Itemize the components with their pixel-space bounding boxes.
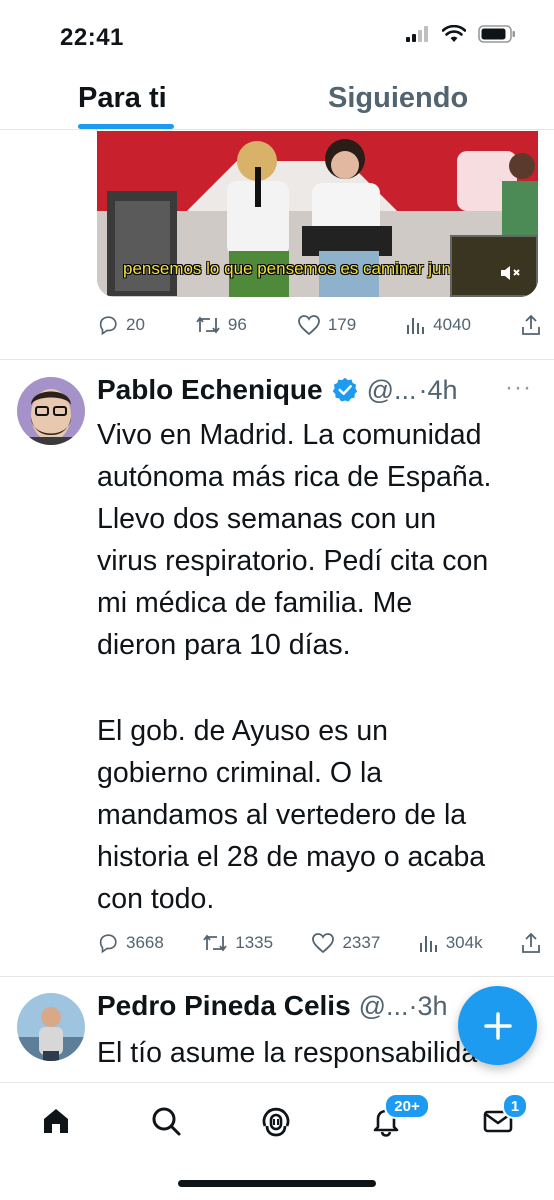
like-icon: [312, 933, 335, 954]
tweet-divider: [0, 359, 554, 360]
home-indicator: [178, 1180, 376, 1187]
more-options-icon[interactable]: ···: [505, 374, 532, 402]
retweet-count: 96: [227, 315, 247, 334]
video-tweet-actions: 20 96 179 4040: [97, 314, 541, 336]
share-button[interactable]: [521, 314, 541, 336]
tweet-header: Pablo Echenique @... ·4h: [97, 374, 458, 406]
views-count: 304k: [445, 933, 483, 952]
reply-count: 3668: [126, 933, 164, 952]
compose-icon: [483, 1011, 512, 1040]
views-icon: [419, 936, 437, 952]
status-time: 22:41: [60, 24, 124, 51]
share-button[interactable]: [521, 932, 541, 954]
status-icons: [406, 25, 516, 43]
reply-button[interactable]: 3668: [97, 932, 164, 954]
nav-spaces[interactable]: [258, 1103, 294, 1139]
author-handle[interactable]: @...: [367, 375, 417, 406]
like-count: 179: [327, 315, 357, 334]
wifi-icon: [442, 25, 466, 42]
share-icon: [522, 314, 540, 335]
video-pip-thumbnail: [450, 235, 538, 297]
video-subtitle: pensemos lo que pensemos es caminar junt…: [123, 259, 474, 278]
tab-para-ti[interactable]: Para ti: [78, 82, 167, 115]
home-icon: [44, 1109, 68, 1133]
spaces-icon: [262, 1107, 290, 1137]
nav-home[interactable]: [38, 1103, 74, 1139]
signal-icon: [406, 26, 428, 42]
compose-button[interactable]: [458, 986, 537, 1065]
messages-badge: 1: [502, 1093, 528, 1119]
timeline-tabs: Para ti Siguiendo: [0, 70, 554, 130]
like-button[interactable]: 2337: [311, 932, 380, 954]
author-handle[interactable]: @...·3h: [359, 991, 448, 1022]
battery-icon: [478, 25, 515, 43]
like-count: 2337: [342, 933, 381, 952]
mute-icon[interactable]: [498, 261, 522, 285]
notifications-badge: 20+: [384, 1093, 430, 1119]
active-tab-indicator: [78, 124, 174, 129]
avatar[interactable]: [17, 377, 85, 445]
reply-button[interactable]: 20: [97, 314, 145, 336]
avatar-image: [17, 377, 85, 445]
reply-icon: [99, 316, 117, 336]
retweet-button[interactable]: 96: [195, 314, 247, 336]
verified-icon: [332, 377, 357, 402]
search-icon: [152, 1107, 181, 1136]
like-button[interactable]: 179: [297, 314, 356, 336]
tweet-divider: [0, 976, 554, 977]
tweet-text-paragraph: El gob. de Ayuso es un gobierno criminal…: [97, 715, 486, 915]
views-button[interactable]: 304k: [419, 933, 483, 953]
retweet-count: 1335: [235, 933, 274, 952]
reply-icon: [99, 934, 117, 954]
share-icon: [522, 932, 540, 953]
tweet-actions: 3668 1335 2337 304k: [97, 932, 541, 954]
tweet-video[interactable]: pensemos lo que pensemos es caminar junt…: [97, 131, 538, 297]
retweet-button[interactable]: 1335: [202, 932, 273, 954]
views-count: 4040: [433, 315, 471, 334]
author-name[interactable]: Pedro Pineda Celis: [97, 990, 351, 1022]
avatar[interactable]: [17, 993, 85, 1061]
tweet-text: Vivo en Madrid. La comunidad autónoma má…: [97, 419, 492, 661]
nav-search[interactable]: [148, 1103, 184, 1139]
views-button[interactable]: 4040: [406, 315, 471, 335]
views-icon: [407, 318, 425, 334]
like-icon: [297, 315, 320, 336]
retweet-icon: [203, 934, 227, 952]
avatar-image: [17, 993, 85, 1061]
author-name[interactable]: Pablo Echenique: [97, 374, 323, 406]
tweet-header: Pedro Pineda Celis @...·3h: [97, 990, 448, 1022]
reply-count: 20: [126, 315, 145, 334]
tab-siguiendo[interactable]: Siguiendo: [328, 82, 468, 115]
status-bar: 22:41: [0, 0, 554, 70]
retweet-icon: [196, 316, 220, 334]
tweet-time: ·4h: [418, 374, 458, 405]
